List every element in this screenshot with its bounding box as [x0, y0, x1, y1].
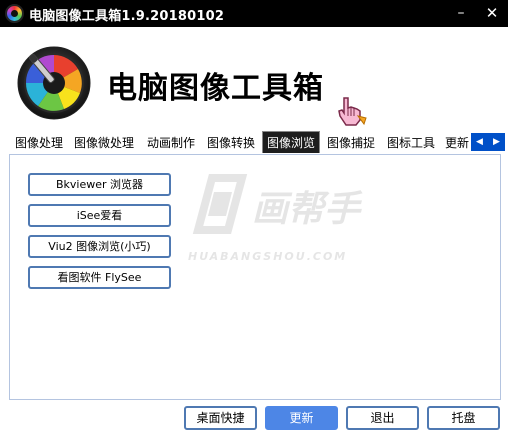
tab-scroll-arrows: ◀ ▶: [471, 133, 505, 151]
viu2-button[interactable]: Viu2 图像浏览(小巧): [28, 235, 171, 258]
tab-content-panel: Bkviewer 浏览器 iSee爱看 Viu2 图像浏览(小巧) 看图软件 F…: [9, 154, 501, 400]
tab-strip: 图像处理 图像微处理 动画制作 图像转换 图像浏览 图像捕捉 图标工具 更新 ◀…: [0, 131, 508, 153]
color-picker-logo-icon: [16, 45, 92, 121]
bkviewer-button[interactable]: Bkviewer 浏览器: [28, 173, 171, 196]
tab-image-capture[interactable]: 图像捕捉: [323, 133, 379, 153]
tab-scroll-right-icon[interactable]: ▶: [488, 133, 505, 151]
app-icon: [5, 4, 24, 23]
tab-scroll-left-icon[interactable]: ◀: [471, 133, 488, 151]
minimize-button[interactable]: –: [451, 4, 471, 22]
update-button[interactable]: 更新: [265, 406, 338, 430]
desktop-shortcut-button[interactable]: 桌面快捷: [184, 406, 257, 430]
tab-image-processing[interactable]: 图像处理: [11, 133, 67, 153]
window-title: 电脑图像工具箱1.9.20180102: [29, 9, 225, 24]
isee-button[interactable]: iSee爱看: [28, 204, 171, 227]
header: 电脑图像工具箱: [0, 27, 508, 130]
tab-icon-tools[interactable]: 图标工具: [383, 133, 439, 153]
tab-image-browsing[interactable]: 图像浏览: [262, 131, 320, 153]
tab-update[interactable]: 更新: [443, 133, 471, 153]
tab-image-micro-processing[interactable]: 图像微处理: [71, 133, 137, 153]
title-bar: 电脑图像工具箱1.9.20180102 – ✕: [0, 0, 508, 27]
close-button[interactable]: ✕: [482, 4, 502, 22]
hand-cursor-icon: [334, 94, 368, 128]
app-heading: 电脑图像工具箱: [107, 71, 324, 106]
tab-animation[interactable]: 动画制作: [143, 133, 199, 153]
flysee-button[interactable]: 看图软件 FlySee: [28, 266, 171, 289]
exit-button[interactable]: 退出: [346, 406, 419, 430]
tab-image-conversion[interactable]: 图像转换: [203, 133, 259, 153]
tray-button[interactable]: 托盘: [427, 406, 500, 430]
